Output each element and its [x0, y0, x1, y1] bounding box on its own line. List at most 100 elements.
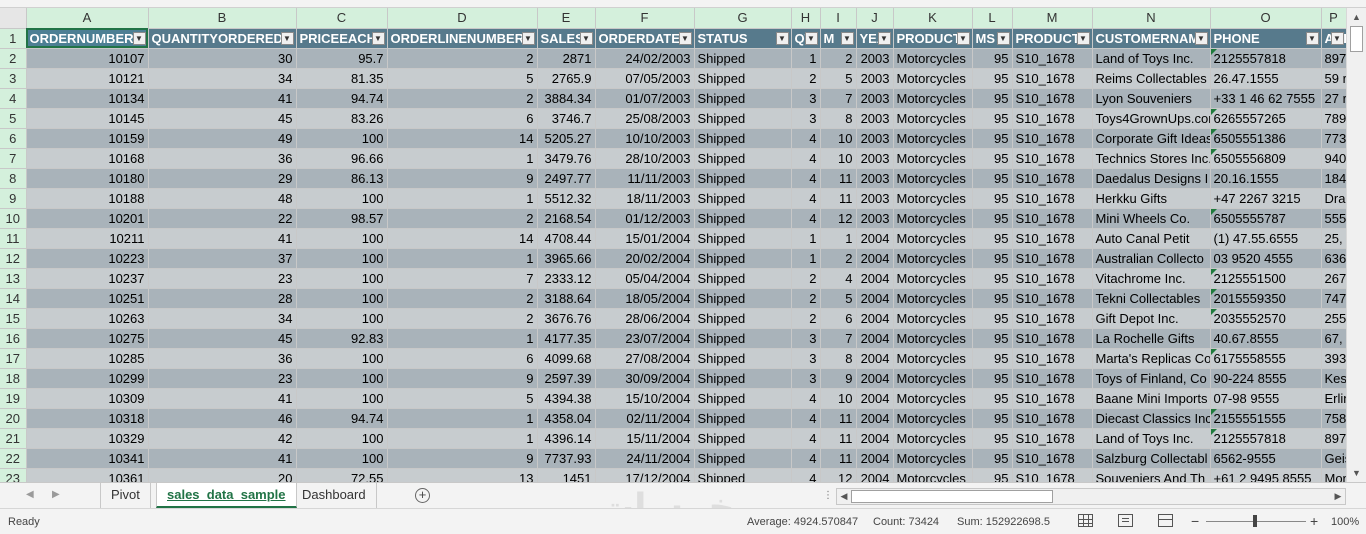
column-header-j[interactable]: J — [856, 8, 894, 29]
table-header-cell[interactable]: PRODUCT ▼ — [893, 28, 973, 49]
table-header-cell[interactable]: ORDERDATE ▼ — [595, 28, 695, 49]
column-header-c[interactable]: C — [296, 8, 388, 29]
table-header-cell[interactable]: ORDERNUMBER ▼ — [26, 28, 149, 49]
worksheet-grid[interactable]: ABCDEFGHIJKLMNOP 1 ORDERNUMBER ▼ QUANTITYOR… — [0, 8, 1346, 482]
table-cell[interactable]: 01/07/2003 — [595, 88, 695, 109]
table-cell[interactable]: 10 — [820, 148, 857, 169]
table-cell[interactable]: Erling S — [1321, 388, 1346, 409]
table-header-cell[interactable]: PHONE ▼ — [1210, 28, 1322, 49]
table-cell[interactable]: 1 — [387, 148, 538, 169]
table-cell[interactable]: Reims Collectables — [1092, 68, 1211, 89]
table-cell[interactable]: Motorcycles — [893, 268, 973, 289]
table-cell[interactable]: 2 — [387, 308, 538, 329]
status-count[interactable]: Count: 73424 — [873, 516, 939, 528]
table-cell[interactable]: Mini Wheels Co. — [1092, 208, 1211, 229]
select-all-corner[interactable] — [0, 8, 27, 29]
table-cell[interactable]: 34 — [148, 308, 297, 329]
table-cell[interactable]: 05/04/2004 — [595, 268, 695, 289]
filter-dropdown-icon[interactable]: ▼ — [521, 31, 535, 45]
column-header-d[interactable]: D — [387, 8, 538, 29]
table-cell[interactable]: 41 — [148, 88, 297, 109]
table-cell[interactable]: 2 — [820, 248, 857, 269]
table-cell[interactable]: (1) 47.55.6555 — [1210, 228, 1322, 249]
table-header-cell[interactable]: MS ▼ — [972, 28, 1013, 49]
table-cell[interactable]: 9408 Fu — [1321, 148, 1346, 169]
table-cell[interactable]: 27/08/2004 — [595, 348, 695, 369]
table-cell[interactable]: 2497.77 — [537, 168, 596, 189]
table-cell[interactable]: 4394.38 — [537, 388, 596, 409]
table-cell[interactable]: Motorcycles — [893, 48, 973, 69]
table-cell[interactable]: 14 — [387, 228, 538, 249]
table-cell[interactable]: 2597.39 — [537, 368, 596, 389]
row-header[interactable]: 11 — [0, 228, 27, 249]
filter-dropdown-icon[interactable]: ▼ — [678, 31, 692, 45]
table-cell[interactable]: S10_1678 — [1012, 68, 1093, 89]
table-cell[interactable]: 2125557818 — [1210, 428, 1322, 449]
table-cell[interactable]: Daedalus Designs I — [1092, 168, 1211, 189]
table-cell[interactable]: 96.66 — [296, 148, 388, 169]
table-cell[interactable]: Shipped — [694, 228, 792, 249]
table-cell[interactable]: 100 — [296, 388, 388, 409]
table-cell[interactable]: Shipped — [694, 468, 792, 482]
table-cell[interactable]: 15/10/2004 — [595, 388, 695, 409]
scroll-left-icon[interactable]: ◀ — [837, 489, 851, 504]
table-cell[interactable]: 9 — [387, 368, 538, 389]
table-cell[interactable]: 5205.27 — [537, 128, 596, 149]
table-cell[interactable]: 100 — [296, 368, 388, 389]
table-cell[interactable]: Motorcycles — [893, 308, 973, 329]
table-cell[interactable]: 72.55 — [296, 468, 388, 482]
scroll-right-icon[interactable]: ▶ — [1331, 489, 1345, 504]
table-cell[interactable]: 5 — [820, 288, 857, 309]
table-cell[interactable]: 4 — [791, 148, 821, 169]
table-cell[interactable]: 23 — [148, 268, 297, 289]
table-cell[interactable]: Salzburg Collectabl — [1092, 448, 1211, 469]
table-cell[interactable]: 2333.12 — [537, 268, 596, 289]
table-cell[interactable]: S10_1678 — [1012, 128, 1093, 149]
table-cell[interactable]: 100 — [296, 228, 388, 249]
table-cell[interactable]: S10_1678 — [1012, 168, 1093, 189]
table-cell[interactable]: 4 — [791, 468, 821, 482]
table-cell[interactable]: 3 — [791, 108, 821, 129]
table-cell[interactable]: 25, rue — [1321, 228, 1346, 249]
table-cell[interactable]: 12 — [820, 468, 857, 482]
table-cell[interactable]: 45 — [148, 108, 297, 129]
table-cell[interactable]: 10 — [820, 128, 857, 149]
table-cell[interactable]: 1 — [791, 228, 821, 249]
table-cell[interactable]: 10309 — [26, 388, 149, 409]
table-cell[interactable]: 23/07/2004 — [595, 328, 695, 349]
table-cell[interactable]: 2003 — [856, 148, 894, 169]
table-cell[interactable]: 10211 — [26, 228, 149, 249]
table-cell[interactable]: Dramm — [1321, 188, 1346, 209]
table-cell[interactable]: 100 — [296, 188, 388, 209]
table-cell[interactable]: 59 rue — [1321, 68, 1346, 89]
table-cell[interactable]: 2871 — [537, 48, 596, 69]
filter-dropdown-icon[interactable]: ▼ — [1330, 31, 1344, 45]
table-cell[interactable]: S10_1678 — [1012, 388, 1093, 409]
table-cell[interactable]: Motorcycles — [893, 68, 973, 89]
table-cell[interactable]: Shipped — [694, 248, 792, 269]
table-cell[interactable]: 5557 N — [1321, 208, 1346, 229]
filter-dropdown-icon[interactable]: ▼ — [877, 31, 891, 45]
table-cell[interactable]: 95 — [972, 188, 1013, 209]
table-cell[interactable]: Shipped — [694, 68, 792, 89]
table-cell[interactable]: S10_1678 — [1012, 408, 1093, 429]
table-header-cell[interactable]: SALES ▼ — [537, 28, 596, 49]
table-cell[interactable]: 10318 — [26, 408, 149, 429]
table-cell[interactable]: 4 — [791, 208, 821, 229]
filter-dropdown-icon[interactable]: ▼ — [1194, 31, 1208, 45]
column-header-l[interactable]: L — [972, 8, 1013, 29]
table-cell[interactable]: 28/10/2003 — [595, 148, 695, 169]
table-cell[interactable]: Vitachrome Inc. — [1092, 268, 1211, 289]
table-cell[interactable]: S10_1678 — [1012, 48, 1093, 69]
table-cell[interactable]: 6505555787 — [1210, 208, 1322, 229]
table-cell[interactable]: 1 — [820, 228, 857, 249]
table-cell[interactable]: Land of Toys Inc. — [1092, 48, 1211, 69]
scroll-up-icon[interactable]: ▲ — [1350, 10, 1363, 24]
column-header-a[interactable]: A — [26, 8, 149, 29]
column-header-i[interactable]: I — [820, 8, 857, 29]
table-cell[interactable]: Motorcycles — [893, 468, 973, 482]
table-cell[interactable]: 4 — [791, 448, 821, 469]
table-cell[interactable]: 95 — [972, 388, 1013, 409]
table-cell[interactable]: Shipped — [694, 188, 792, 209]
zoom-in-icon[interactable]: + — [1310, 513, 1318, 529]
